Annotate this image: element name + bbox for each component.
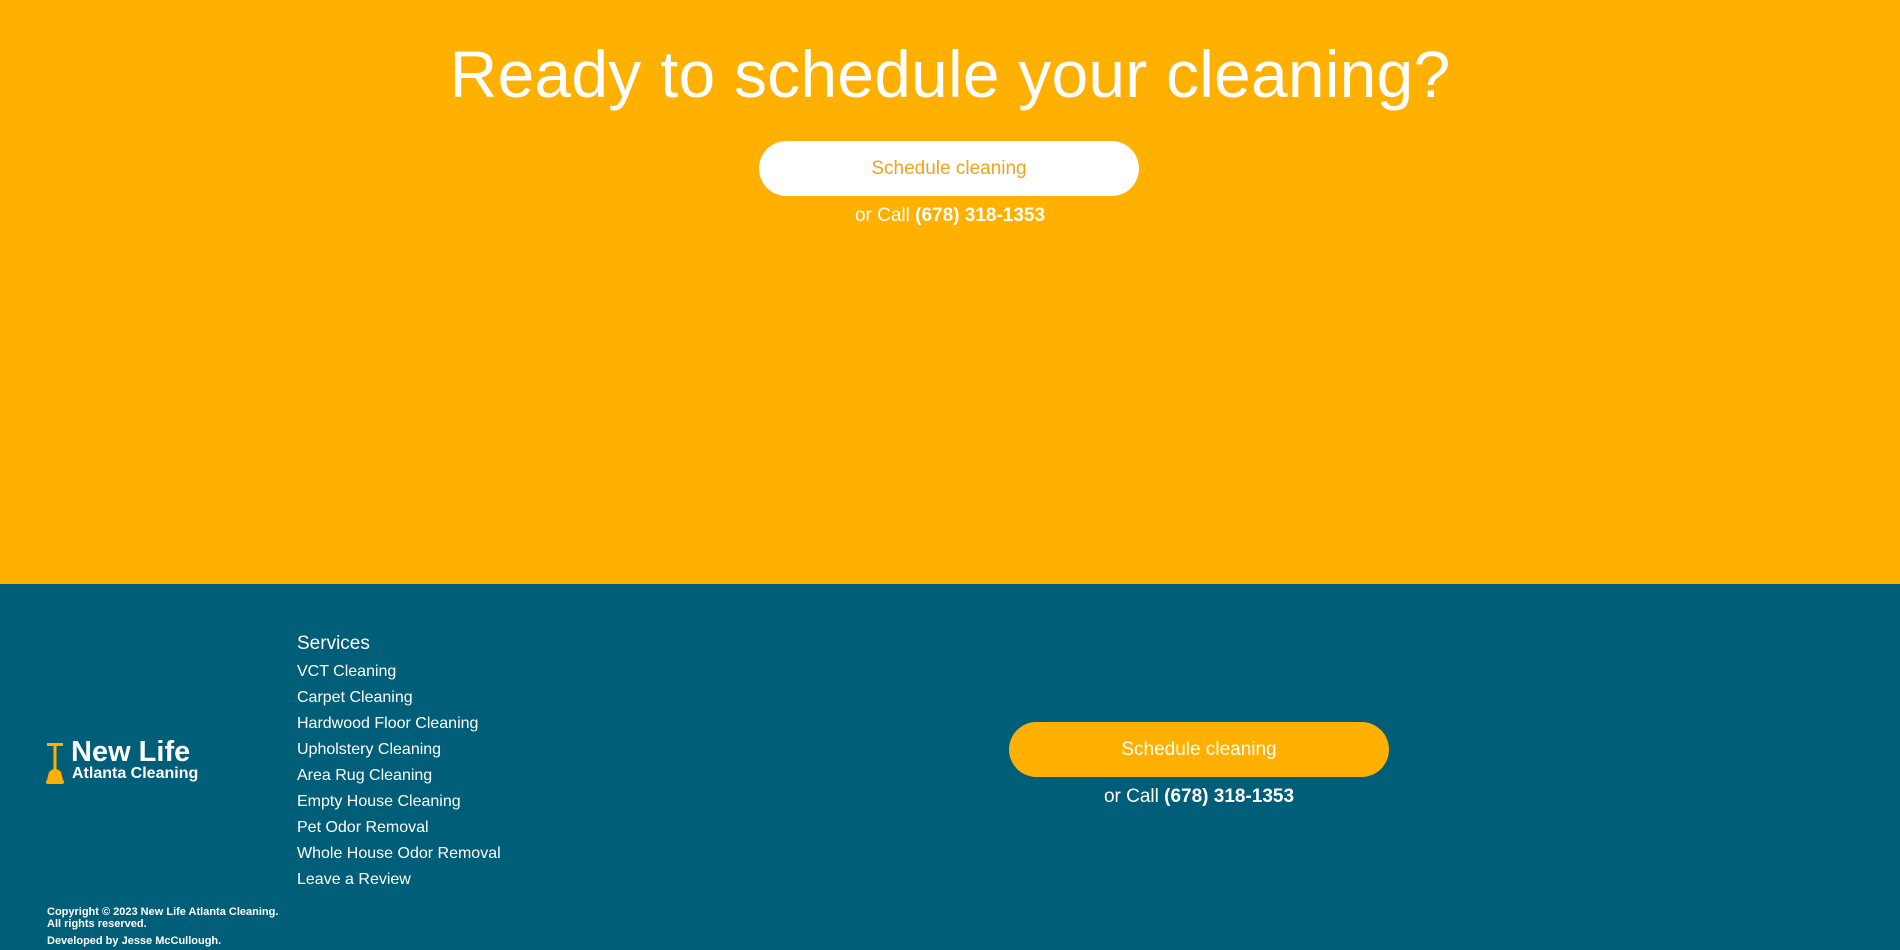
services-nav: Services VCT Cleaning Carpet Cleaning Ha… xyxy=(297,633,501,893)
copyright-text: Copyright © 2023 New Life Atlanta Cleani… xyxy=(47,906,279,918)
services-list: VCT Cleaning Carpet Cleaning Hardwood Fl… xyxy=(297,659,501,893)
cta-section: Ready to schedule your cleaning? Schedul… xyxy=(0,0,1900,584)
footer-call-line: or Call (678) 318-1353 xyxy=(1009,786,1389,808)
company-logo[interactable]: New Life Atlanta Cleaning xyxy=(46,736,216,790)
call-prefix: or Call xyxy=(854,205,916,226)
footer-phone-number-link[interactable]: (678) 318-1353 xyxy=(1164,786,1294,807)
service-link-carpet-cleaning[interactable]: Carpet Cleaning xyxy=(297,685,501,711)
service-link-pet-odor-removal[interactable]: Pet Odor Removal xyxy=(297,815,501,841)
copyright-block: Copyright © 2023 New Life Atlanta Cleani… xyxy=(47,906,278,947)
logo-text-primary: New Life xyxy=(71,736,191,768)
floor-buffer-icon xyxy=(46,743,64,784)
service-link-hardwood-floor-cleaning[interactable]: Hardwood Floor Cleaning xyxy=(297,711,501,737)
cta-title: Ready to schedule your cleaning? xyxy=(449,37,1451,111)
cta-call-line: or Call (678) 318-1353 xyxy=(0,205,1900,227)
service-link-upholstery-cleaning[interactable]: Upholstery Cleaning xyxy=(297,737,501,763)
service-link-empty-house-cleaning[interactable]: Empty House Cleaning xyxy=(297,789,501,815)
phone-number-link[interactable]: (678) 318-1353 xyxy=(915,205,1045,226)
service-link-whole-house-odor-removal[interactable]: Whole House Odor Removal xyxy=(297,841,501,867)
developer-credit: Developed by Jesse McCullough. xyxy=(47,935,222,947)
leave-review-link[interactable]: Leave a Review xyxy=(297,867,501,893)
service-link-area-rug-cleaning[interactable]: Area Rug Cleaning xyxy=(297,763,501,789)
services-heading: Services xyxy=(297,633,370,654)
footer-call-prefix: or Call xyxy=(1103,786,1165,807)
logo-text-secondary: Atlanta Cleaning xyxy=(72,765,199,782)
schedule-cleaning-button[interactable]: Schedule cleaning xyxy=(759,141,1139,196)
rights-reserved-text: All rights reserved. xyxy=(47,918,147,930)
footer: New Life Atlanta Cleaning Services VCT C… xyxy=(0,584,1900,950)
footer-schedule-cleaning-button[interactable]: Schedule cleaning xyxy=(1009,722,1389,777)
service-link-vct-cleaning[interactable]: VCT Cleaning xyxy=(297,659,501,685)
